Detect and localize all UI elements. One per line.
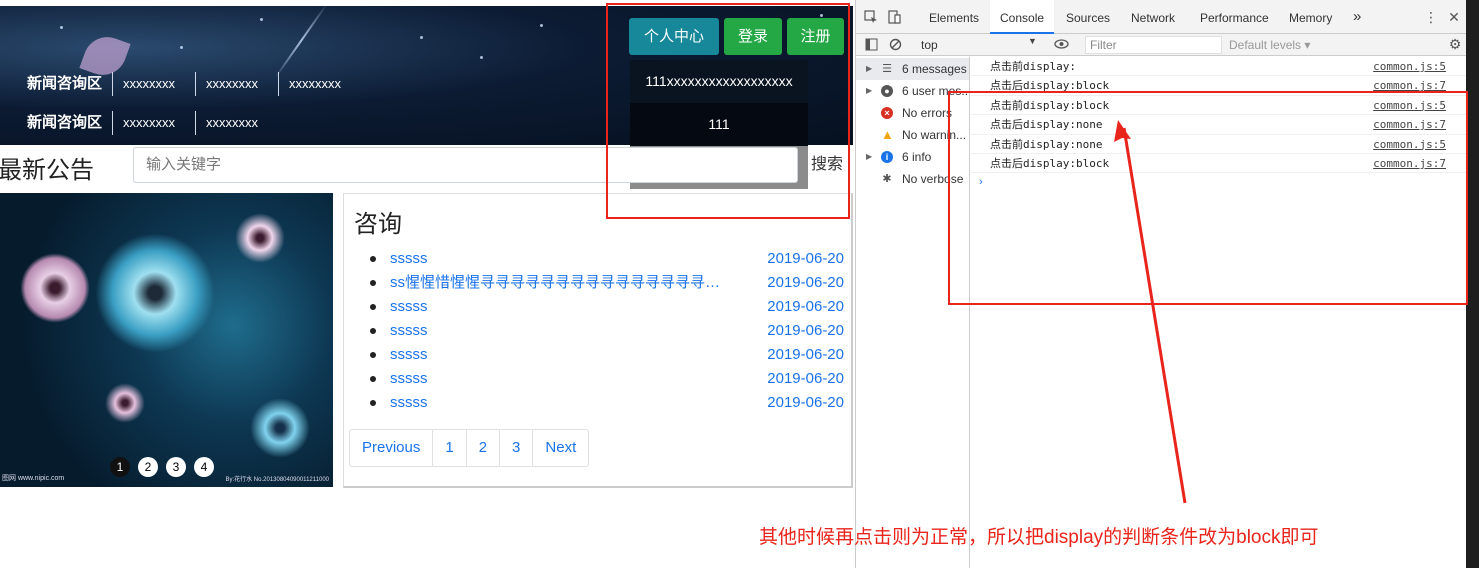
pagination-page[interactable]: 3 [500, 430, 534, 466]
news-date[interactable]: 2019-06-20 [767, 271, 844, 295]
list-item: sssss 2019-06-20 [370, 343, 844, 367]
pagination-previous[interactable]: Previous [350, 430, 434, 466]
news-panel: 咨询 sssss 2019-06-20 ss惺惺惜惺惺寻寻寻寻寻寻寻寻寻寻寻寻寻寻… [343, 193, 853, 488]
nav-row-1: 新闻咨询区 xxxxxxxx xxxxxxxx xxxxxxxx [0, 72, 361, 96]
dropdown-highlight-box [606, 3, 850, 219]
carousel-indicator[interactable]: 3 [166, 457, 186, 477]
image-watermark: 图网 www.nipic.com [2, 475, 65, 482]
inspect-element-icon[interactable] [864, 10, 878, 24]
log-text: 点击前display: [990, 60, 1076, 73]
nav-link[interactable]: xxxxxxxx [279, 72, 361, 96]
tab-sources[interactable]: Sources [1066, 0, 1110, 34]
chevron-down-icon[interactable]: ▼ [1028, 36, 1037, 46]
nav-title: 新闻咨询区 [0, 72, 114, 96]
list-item: sssss 2019-06-20 [370, 391, 844, 415]
annotation-text: 其他时候再点击则为正常，所以把display的判断条件改为block即可 [759, 527, 1319, 548]
device-toolbar-icon[interactable] [887, 10, 901, 24]
console-toolbar: top ▼ Filter Default levels ▾ ⚙ [856, 34, 1467, 56]
nav-link[interactable]: xxxxxxxx [113, 111, 197, 135]
context-selector[interactable]: top [921, 38, 938, 52]
news-date[interactable]: 2019-06-20 [767, 391, 844, 415]
news-link[interactable]: ss惺惺惜惺惺寻寻寻寻寻寻寻寻寻寻寻寻寻寻寻寻寻寻寻寻 [390, 271, 735, 295]
list-item: sssss 2019-06-20 [370, 247, 844, 271]
clear-console-icon[interactable] [888, 38, 902, 52]
sidebar-toggle-icon[interactable] [864, 38, 878, 52]
list-item: sssss 2019-06-20 [370, 319, 844, 343]
news-link[interactable]: sssss [390, 247, 735, 271]
news-heading: 咨询 [354, 211, 402, 238]
news-link[interactable]: sssss [390, 295, 735, 319]
bug-icon: ✱ [882, 173, 892, 185]
console-message: 点击前display: common.js:5 [971, 57, 1467, 77]
eye-icon[interactable] [1054, 37, 1069, 51]
nav-row-2: 新闻咨询区 xxxxxxxx xxxxxxxx [0, 111, 278, 135]
error-icon: × [881, 107, 893, 119]
carousel-indicator[interactable]: 4 [194, 457, 214, 477]
news-link[interactable]: sssss [390, 391, 735, 415]
filter-input[interactable]: Filter [1085, 36, 1222, 54]
carousel-indicators: 1 2 3 4 [110, 457, 214, 477]
news-link[interactable]: sssss [390, 367, 735, 391]
nav-link[interactable]: xxxxxxxx [113, 72, 197, 96]
pagination: Previous 1 2 3 Next [349, 429, 590, 467]
log-levels-dropdown[interactable]: Default levels ▾ [1229, 38, 1310, 52]
notice-title: 最新公告 [0, 157, 94, 184]
more-tabs-button[interactable]: » [1353, 0, 1361, 34]
news-date[interactable]: 2019-06-20 [767, 343, 844, 367]
news-date[interactable]: 2019-06-20 [767, 247, 844, 271]
close-icon[interactable]: ✕ [1447, 10, 1461, 24]
pagination-next[interactable]: Next [533, 430, 588, 466]
pagination-page[interactable]: 1 [433, 430, 467, 466]
news-link[interactable]: sssss [390, 319, 735, 343]
info-icon: i [881, 151, 893, 163]
console-highlight-box [948, 91, 1468, 305]
warning-icon: ▲ [881, 127, 894, 142]
devtools-tab-bar: Elements Console Sources Network Perform… [856, 0, 1467, 34]
user-icon: ● [881, 85, 893, 97]
news-list: sssss 2019-06-20 ss惺惺惜惺惺寻寻寻寻寻寻寻寻寻寻寻寻寻寻寻寻寻… [370, 247, 844, 415]
news-link[interactable]: sssss [390, 343, 735, 367]
sidebar-item-messages[interactable]: ▶ ☰ 6 messages [856, 58, 969, 80]
nav-link[interactable]: xxxxxxxx [196, 111, 278, 135]
tab-memory[interactable]: Memory [1289, 0, 1332, 34]
sidebar-item-label: 6 messages [902, 62, 967, 76]
tab-network[interactable]: Network [1131, 0, 1175, 34]
tab-console[interactable]: Console [990, 0, 1055, 34]
gear-icon[interactable]: ⚙ [1448, 37, 1462, 51]
list-item: sssss 2019-06-20 [370, 367, 844, 391]
list-item: sssss 2019-06-20 [370, 295, 844, 319]
news-date[interactable]: 2019-06-20 [767, 319, 844, 343]
tab-elements[interactable]: Elements [929, 0, 979, 34]
source-link[interactable]: common.js:5 [1373, 57, 1446, 76]
list-item: ss惺惺惜惺惺寻寻寻寻寻寻寻寻寻寻寻寻寻寻寻寻寻寻寻寻 2019-06-20 [370, 271, 844, 295]
sidebar-item-label: 6 info [902, 150, 932, 164]
news-date[interactable]: 2019-06-20 [767, 295, 844, 319]
nav-link[interactable]: xxxxxxxx [196, 72, 280, 96]
sidebar-item-label: No errors [902, 106, 953, 120]
image-watermark: By:花行水 No.20130804090011211000 [225, 477, 329, 483]
list-icon: ☰ [882, 63, 892, 75]
carousel-indicator[interactable]: 2 [138, 457, 158, 477]
tab-performance[interactable]: Performance [1200, 0, 1269, 34]
image-carousel[interactable]: 1 2 3 4 图网 www.nipic.com By:花行水 No.20130… [0, 193, 333, 487]
carousel-indicator[interactable]: 1 [110, 457, 130, 477]
kebab-menu-icon[interactable]: ⋮ [1424, 10, 1438, 24]
nav-title: 新闻咨询区 [0, 111, 114, 135]
pagination-page[interactable]: 2 [467, 430, 501, 466]
news-date[interactable]: 2019-06-20 [767, 367, 844, 391]
